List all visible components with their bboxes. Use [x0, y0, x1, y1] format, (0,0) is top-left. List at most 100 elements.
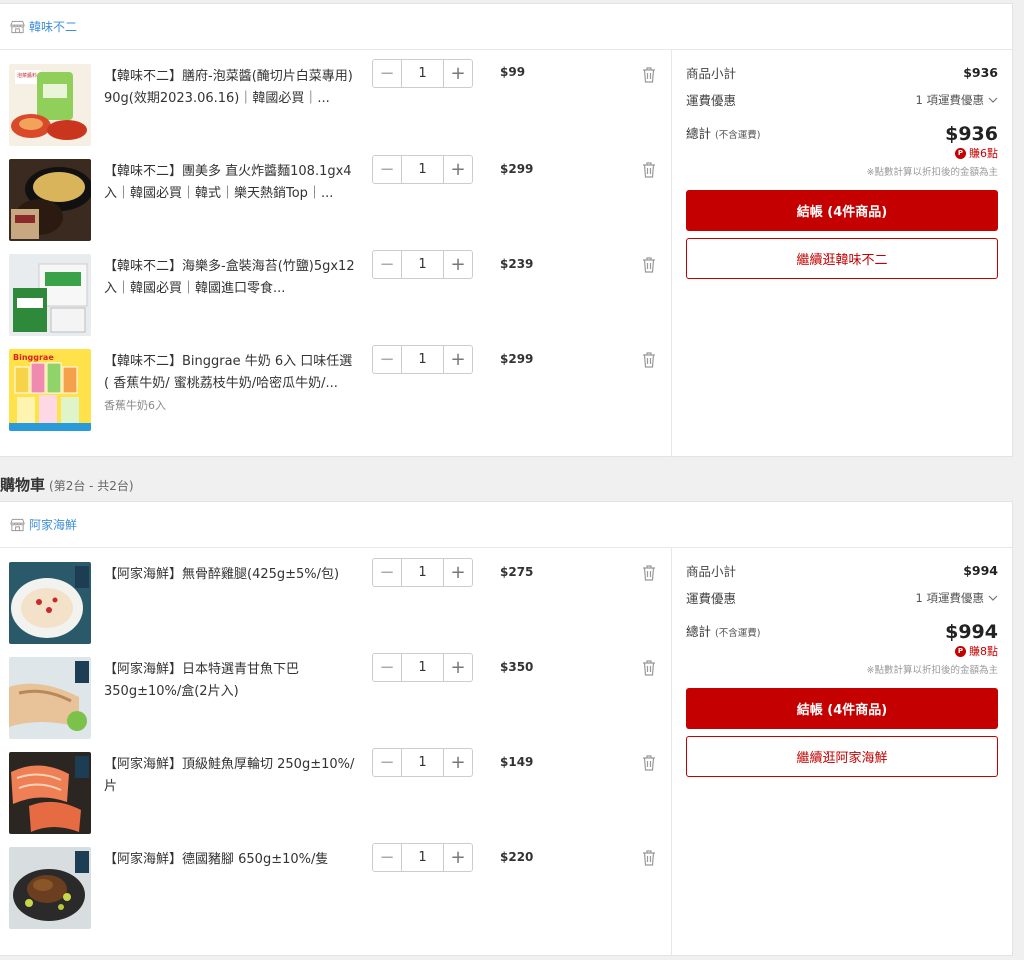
product-name[interactable]: 【韓味不二】海樂多-盒裝海苔(竹鹽)5gx12入｜韓國必買｜韓國進口零食...: [104, 256, 356, 300]
product-image[interactable]: [9, 159, 91, 241]
subtotal-amount: $936: [963, 65, 998, 80]
cart-item: Binggrae 【韓味不二】Binggrae 牛奶 6入 口味任選( 香蕉牛奶…: [0, 345, 671, 440]
cart-section-header: 購物車 (第2台 - 共2台): [0, 474, 134, 495]
product-name[interactable]: 【阿家海鮮】日本特選青甘魚下巴350g±10%/盒(2片入): [104, 659, 356, 703]
store-icon: [10, 518, 25, 531]
total-label: 總計 (不含運費): [686, 621, 760, 640]
svg-text:泡菜醬料: 泡菜醬料: [17, 72, 37, 79]
increase-button[interactable]: +: [444, 60, 472, 87]
quantity-value[interactable]: 1: [401, 156, 444, 183]
continue-shopping-button[interactable]: 繼續逛阿家海鮮: [686, 736, 998, 777]
cart-item: 【韓味不二】團美多 直火炸醬麵108.1gx4入｜韓國必買｜韓式｜樂天熱銷Top…: [0, 155, 671, 250]
shipping-discount-dropdown[interactable]: 1 項運費優惠: [916, 590, 998, 606]
item-list: 【阿家海鮮】無骨醉雞腿(425g±5%/包) − 1 + $275 【阿家海鮮】…: [0, 548, 672, 956]
increase-button[interactable]: +: [444, 156, 472, 183]
subtotal-label: 商品小計: [686, 66, 737, 81]
product-name[interactable]: 【阿家海鮮】頂級鮭魚厚輪切 250g±10%/片: [104, 754, 356, 798]
decrease-button[interactable]: −: [373, 559, 401, 586]
decrease-button[interactable]: −: [373, 346, 401, 373]
quantity-value[interactable]: 1: [401, 346, 444, 373]
order-summary: 商品小計 $994 運費優惠 1 項運費優惠 總計 (不含運費) $994 P …: [672, 548, 1012, 956]
item-price: $239: [500, 257, 534, 271]
subtotal-row: 商品小計 $994: [686, 561, 998, 580]
quantity-value[interactable]: 1: [401, 749, 444, 776]
quantity-stepper: − 1 +: [372, 843, 473, 872]
points-icon: P: [955, 147, 966, 159]
chevron-down-icon: [988, 595, 998, 601]
quantity-stepper: − 1 +: [372, 59, 473, 88]
product-image[interactable]: [9, 657, 91, 739]
product-image[interactable]: [9, 847, 91, 929]
increase-button[interactable]: +: [444, 749, 472, 776]
quantity-stepper: − 1 +: [372, 558, 473, 587]
store-link[interactable]: 韓味不二: [10, 18, 77, 35]
cart-item: 【韓味不二】海樂多-盒裝海苔(竹鹽)5gx12入｜韓國必買｜韓國進口零食... …: [0, 250, 671, 345]
checkout-button[interactable]: 結帳 (4件商品): [686, 688, 998, 729]
order-summary: 商品小計 $936 運費優惠 1 項運費優惠 總計 (不含運費) $936 P …: [672, 50, 1012, 457]
decrease-button[interactable]: −: [373, 60, 401, 87]
trash-icon[interactable]: [641, 754, 657, 771]
points-text: 賺6點: [969, 147, 998, 160]
trash-icon[interactable]: [641, 161, 657, 178]
trash-icon[interactable]: [641, 256, 657, 273]
total-row: 總計 (不含運費) $994: [686, 621, 998, 643]
item-price: $275: [500, 565, 534, 579]
shop-header: 阿家海鮮: [0, 502, 1012, 548]
decrease-button[interactable]: −: [373, 156, 401, 183]
quantity-value[interactable]: 1: [401, 654, 444, 681]
product-image[interactable]: 泡菜醬料: [9, 64, 91, 146]
points-earned: P 賺8點: [686, 643, 998, 659]
decrease-button[interactable]: −: [373, 844, 401, 871]
store-name: 阿家海鮮: [29, 518, 78, 532]
decrease-button[interactable]: −: [373, 749, 401, 776]
total-note: (不含運費): [715, 628, 761, 639]
subtotal-row: 商品小計 $936: [686, 63, 998, 82]
cart-item: 【阿家海鮮】頂級鮭魚厚輪切 250g±10%/片 − 1 + $149: [0, 748, 671, 843]
store-name: 韓味不二: [29, 20, 78, 34]
trash-icon[interactable]: [641, 849, 657, 866]
product-image[interactable]: Binggrae: [9, 349, 91, 431]
decrease-button[interactable]: −: [373, 654, 401, 681]
total-label: 總計 (不含運費): [686, 123, 760, 142]
quantity-value[interactable]: 1: [401, 251, 444, 278]
item-price: $220: [500, 850, 534, 864]
store-link[interactable]: 阿家海鮮: [10, 516, 77, 533]
product-name[interactable]: 【韓味不二】團美多 直火炸醬麵108.1gx4入｜韓國必買｜韓式｜樂天熱銷Top…: [104, 161, 356, 205]
product-image[interactable]: [9, 752, 91, 834]
trash-icon[interactable]: [641, 564, 657, 581]
product-image[interactable]: [9, 562, 91, 644]
shipping-discount-dropdown[interactable]: 1 項運費優惠: [916, 92, 998, 108]
increase-button[interactable]: +: [444, 844, 472, 871]
increase-button[interactable]: +: [444, 346, 472, 373]
shipping-value: 1 項運費優惠: [915, 92, 984, 107]
checkout-button[interactable]: 結帳 (4件商品): [686, 190, 998, 231]
total-amount: $994: [945, 621, 998, 643]
total-row: 總計 (不含運費) $936: [686, 123, 998, 145]
product-name[interactable]: 【阿家海鮮】德國豬腳 650g±10%/隻: [104, 849, 356, 871]
increase-button[interactable]: +: [444, 559, 472, 586]
quantity-stepper: − 1 +: [372, 748, 473, 777]
trash-icon[interactable]: [641, 659, 657, 676]
product-name[interactable]: 【阿家海鮮】無骨醉雞腿(425g±5%/包): [104, 564, 356, 586]
trash-icon[interactable]: [641, 351, 657, 368]
item-list: 泡菜醬料 【韓味不二】膳府-泡菜醬(醃切片白菜專用) 90g(效期2023.06…: [0, 50, 672, 457]
quantity-stepper: − 1 +: [372, 345, 473, 374]
shipping-value: 1 項運費優惠: [915, 590, 984, 605]
cart-card-2: 阿家海鮮 【阿家海鮮】無骨醉雞腿(425g±5%/包) − 1 + $275 【…: [0, 501, 1013, 956]
total-label-text: 總計: [686, 126, 712, 141]
quantity-value[interactable]: 1: [401, 559, 444, 586]
trash-icon[interactable]: [641, 66, 657, 83]
increase-button[interactable]: +: [444, 251, 472, 278]
subtotal-amount: $994: [963, 563, 998, 578]
product-name[interactable]: 【韓味不二】Binggrae 牛奶 6入 口味任選( 香蕉牛奶/ 蜜桃荔枝牛奶/…: [104, 351, 356, 395]
points-note: ※點數計算以折扣後的金額為主: [866, 167, 998, 178]
product-name[interactable]: 【韓味不二】膳府-泡菜醬(醃切片白菜專用) 90g(效期2023.06.16)｜…: [104, 66, 356, 110]
points-note: ※點數計算以折扣後的金額為主: [866, 665, 998, 676]
quantity-value[interactable]: 1: [401, 844, 444, 871]
increase-button[interactable]: +: [444, 654, 472, 681]
decrease-button[interactable]: −: [373, 251, 401, 278]
product-image[interactable]: [9, 254, 91, 336]
points-earned: P 賺6點: [686, 145, 998, 161]
quantity-value[interactable]: 1: [401, 60, 444, 87]
continue-shopping-button[interactable]: 繼續逛韓味不二: [686, 238, 998, 279]
